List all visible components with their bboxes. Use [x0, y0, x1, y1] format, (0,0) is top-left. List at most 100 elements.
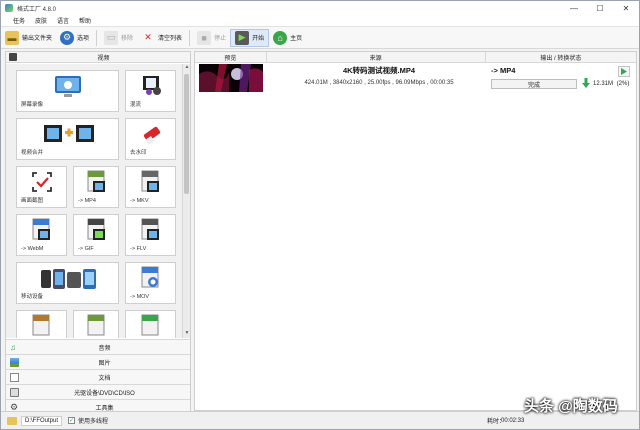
- tile-partial[interactable]: [125, 310, 176, 338]
- options-icon: ⚙: [60, 30, 75, 45]
- output-ratio: (2%): [616, 81, 630, 87]
- tile-label: 画面截图: [21, 198, 44, 204]
- category-label: 文档: [98, 375, 111, 382]
- monitor-icon: [55, 76, 81, 97]
- task-list-header: 预览 来源 输出 / 转换状态: [195, 52, 636, 63]
- film-icon: [9, 53, 17, 61]
- category-audio[interactable]: ♫ 音频: [6, 339, 190, 354]
- merge-video-icon: [44, 125, 94, 142]
- video-thumbnail: [199, 64, 263, 92]
- play-output-button[interactable]: [618, 66, 630, 77]
- tile-mobile-devices[interactable]: 移动设备: [16, 262, 119, 304]
- scroll-up-icon[interactable]: ▲: [183, 64, 191, 72]
- category-document[interactable]: 文档: [6, 369, 190, 384]
- video-tools-grid: 屏幕录像 混流 视频合并 去水印 画面截图 -> MP4 -> MKV -> W…: [6, 64, 182, 338]
- options-button[interactable]: ⚙ 选项: [56, 29, 93, 47]
- output-size-value: 12.31M: [593, 81, 614, 87]
- start-button[interactable]: ▶ 开始: [230, 28, 270, 47]
- app-logo-icon: [5, 4, 13, 12]
- multithread-checkbox[interactable]: ✓: [68, 417, 76, 424]
- picture-icon: [10, 357, 19, 367]
- home-label: 主页: [290, 36, 303, 42]
- remove-button[interactable]: ▭ 移除: [100, 29, 137, 47]
- tile-to-mp4[interactable]: -> MP4: [73, 166, 119, 208]
- start-icon: ▶: [235, 30, 250, 45]
- tile-video-join[interactable]: 视频合并: [16, 118, 119, 160]
- tile-remove-watermark[interactable]: 去水印: [125, 118, 176, 160]
- source-filename: 4K转码测试视频.MP4: [342, 66, 416, 75]
- tools-scrollbar[interactable]: ▲ ▼: [182, 64, 190, 338]
- column-source[interactable]: 来源: [267, 52, 486, 62]
- category-label: 光驱设备\DVD\CD\ISO: [74, 390, 135, 397]
- toolbar-divider: [96, 29, 98, 46]
- minimize-button[interactable]: —: [561, 1, 587, 15]
- scroll-down-icon[interactable]: ▼: [183, 330, 191, 338]
- tile-to-mkv[interactable]: -> MKV: [125, 166, 176, 208]
- function-panel: 视频 屏幕录像 混流 视频合并 去水印 画面截图 -> MP4 -> MKV -…: [5, 51, 191, 414]
- output-path[interactable]: D:\FFOutput: [21, 415, 63, 426]
- elapsed-time: 00:02:33: [501, 417, 525, 424]
- webm-file-icon: [32, 218, 50, 240]
- menu-skin[interactable]: 皮肤: [30, 16, 52, 25]
- video-category-header[interactable]: 视频: [6, 52, 190, 63]
- tile-to-mov[interactable]: -> MOV: [125, 262, 176, 304]
- mkv-file-icon: [141, 170, 159, 192]
- document-icon: [10, 372, 19, 382]
- output-size: 12.31M (2%): [593, 81, 629, 87]
- menu-language[interactable]: 语言: [52, 16, 74, 25]
- tile-mux[interactable]: 混流: [125, 70, 176, 112]
- maximize-button[interactable]: ☐: [587, 1, 613, 15]
- column-output-status[interactable]: 输出 / 转换状态: [486, 52, 636, 62]
- folder-icon: ▬: [5, 30, 19, 45]
- category-label: 音频: [98, 345, 111, 352]
- conversion-status: 完成: [491, 79, 577, 89]
- clear-list-button[interactable]: ✕ 清空列表: [137, 29, 186, 47]
- category-image[interactable]: 图片: [6, 354, 190, 369]
- tile-to-flv[interactable]: -> FLV: [125, 214, 176, 256]
- flv-file-icon: [141, 218, 159, 240]
- app-window: 格式工厂 4.8.0 — ☐ ✕ 任务 皮肤 语言 帮助 ▬ 输出文件夹 ⚙ 选…: [0, 0, 640, 430]
- tile-label: 视频合并: [21, 150, 44, 156]
- tile-to-gif[interactable]: -> GIF: [73, 214, 119, 256]
- disc-drive-icon: [10, 387, 19, 397]
- task-list-panel: 预览 来源 输出 / 转换状态 4K转码测试视频.MP4 424.01M , 3…: [194, 51, 637, 411]
- folder-icon[interactable]: [7, 416, 17, 425]
- tile-to-webm[interactable]: -> WebM: [16, 214, 67, 256]
- menu-bar: 任务 皮肤 语言 帮助: [1, 15, 639, 27]
- tile-label: -> WebM: [21, 246, 44, 252]
- status-text: 完成: [527, 82, 540, 89]
- tile-label: 混流: [130, 102, 142, 108]
- output-folder-label: 输出文件夹: [22, 36, 53, 42]
- stop-button[interactable]: ■ 停止: [193, 29, 230, 47]
- tile-label: -> MKV: [130, 198, 149, 204]
- remove-label: 移除: [121, 36, 134, 42]
- column-preview[interactable]: 预览: [195, 52, 267, 62]
- output-folder-button[interactable]: ▬ 输出文件夹: [1, 29, 56, 47]
- music-note-icon: ♫: [10, 342, 16, 352]
- stop-icon: ■: [197, 30, 212, 45]
- task-row[interactable]: 4K转码测试视频.MP4 424.01M , 3840x2160 , 25.00…: [195, 64, 636, 94]
- title-bar: 格式工厂 4.8.0 — ☐ ✕: [1, 1, 639, 15]
- category-disc[interactable]: 光驱设备\DVD\CD\ISO: [6, 384, 190, 399]
- mp4-file-icon: [87, 170, 105, 192]
- tile-partial[interactable]: [16, 310, 67, 338]
- multithread-label: 使用多线程: [78, 419, 109, 425]
- tile-label: -> MOV: [130, 294, 150, 300]
- eraser-icon: [143, 126, 161, 145]
- tile-label: 屏幕录像: [21, 102, 44, 108]
- tile-partial[interactable]: [73, 310, 119, 338]
- watermark-text: 头条 @陶数码: [524, 398, 618, 415]
- scroll-thumb[interactable]: [184, 74, 189, 194]
- home-button[interactable]: ⌂ 主页: [269, 29, 306, 47]
- tile-screenshot[interactable]: 画面截图: [16, 166, 67, 208]
- tile-label: 移动设备: [21, 294, 44, 300]
- stop-label: 停止: [214, 36, 227, 42]
- crop-check-icon: [32, 172, 52, 192]
- menu-task[interactable]: 任务: [1, 16, 30, 25]
- category-list: ♫ 音频 图片 文档 光驱设备\DVD\CD\ISO ⚙ 工具集: [6, 339, 190, 414]
- close-button[interactable]: ✕: [613, 1, 639, 15]
- tile-screen-record[interactable]: 屏幕录像: [16, 70, 119, 112]
- menu-help[interactable]: 帮助: [74, 16, 96, 25]
- file-icon: [32, 314, 50, 336]
- file-icon: [141, 314, 159, 336]
